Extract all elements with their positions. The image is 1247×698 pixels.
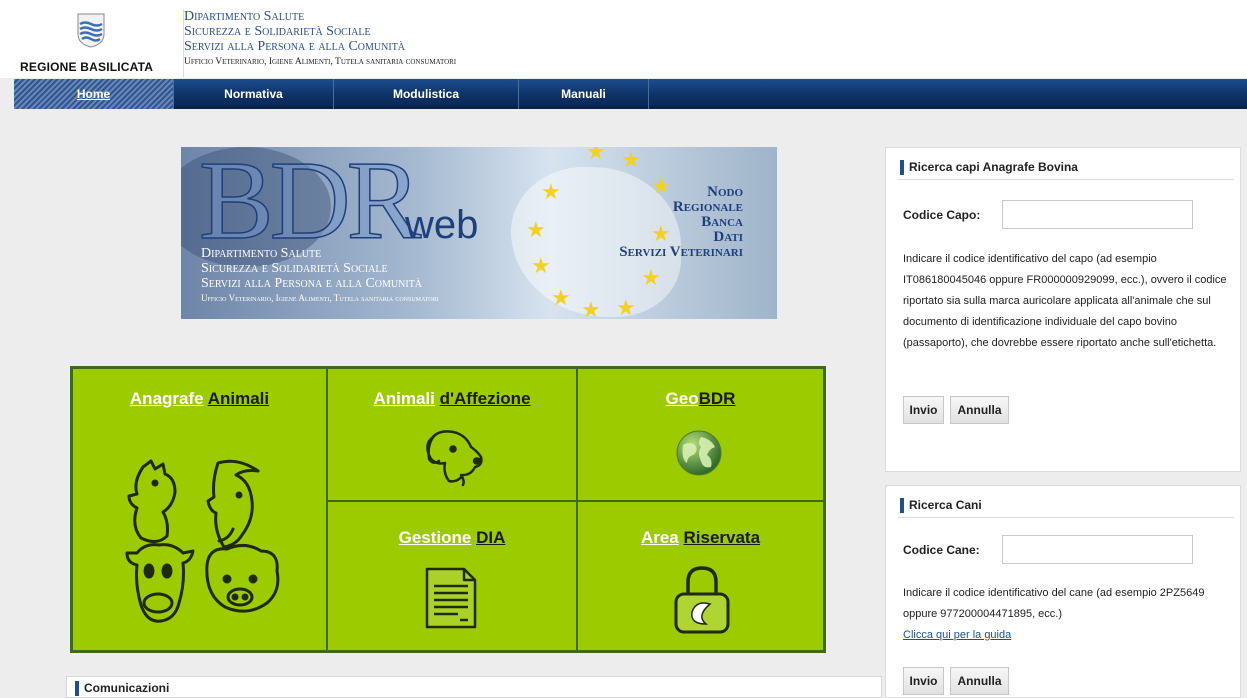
tile-title[interactable]: GeoBDR <box>578 389 823 409</box>
region-emblem-icon <box>77 13 105 48</box>
guida-link[interactable]: Clicca qui per la guida <box>903 629 1011 641</box>
site-header: REGIONE BASILICATA Dipartimento Salute S… <box>0 0 1247 78</box>
divider <box>898 179 1234 180</box>
star-icon: ★ <box>551 285 571 310</box>
tile-title[interactable]: Anagrafe Animali <box>73 389 326 409</box>
tile-geobdr[interactable]: GeoBDR <box>577 368 824 501</box>
tile-title-word: Area <box>640 528 679 547</box>
bovina-submit-button[interactable]: Invio <box>903 396 944 424</box>
nav-item-modulistica[interactable]: Modulistica <box>334 79 519 109</box>
star-icon: ★ <box>581 297 601 320</box>
star-icon: ★ <box>531 253 551 278</box>
divider <box>898 517 1234 518</box>
ricerca-cani-panel: Ricerca Cani Codice Cane: Indicare il co… <box>885 485 1241 698</box>
nodo-line: Dati <box>713 229 743 245</box>
guida-link-wrap: Clicca qui per la guida <box>903 625 1239 646</box>
department-title: Dipartimento Salute Sicurezza e Solidari… <box>183 9 535 77</box>
nodo-line: Banca <box>701 214 743 230</box>
nav-item-manuali[interactable]: Manuali <box>519 79 649 109</box>
codice-cane-input[interactable] <box>1002 535 1193 564</box>
banner-dept-text: Dipartimento Salute Sicurezza e Solidari… <box>201 246 439 305</box>
banner-dept-line: Sicurezza e Solidarietà Sociale <box>201 261 388 276</box>
banner-nodo-text: Nodo Regionale Banca Dati Servizi Veteri… <box>619 185 743 260</box>
dept-line: Dipartimento Salute <box>184 9 305 24</box>
tile-animali-affezione[interactable]: Animali d'Affezione <box>327 368 577 501</box>
service-tiles: Anagrafe Animali Animali d'Affezione Geo… <box>70 366 826 653</box>
cani-submit-button[interactable]: Invio <box>903 667 944 695</box>
star-icon: ★ <box>651 221 671 246</box>
region-logo[interactable]: REGIONE BASILICATA <box>14 6 168 76</box>
nodo-line: Nodo <box>707 184 743 200</box>
star-icon: ★ <box>541 179 561 204</box>
ricerca-cani-title: Ricerca Cani <box>900 498 982 513</box>
main-nav: Home Normativa Modulistica Manuali <box>14 79 1247 109</box>
tile-title-word: Riservata <box>683 528 761 547</box>
tile-title[interactable]: Gestione DIA <box>328 528 576 548</box>
tile-title-word: d'Affezione <box>439 389 531 408</box>
cani-cancel-button[interactable]: Annulla <box>950 667 1009 695</box>
nodo-line: Servizi Veterinari <box>619 244 743 260</box>
tile-gestione-dia[interactable]: Gestione DIA <box>327 501 577 651</box>
tile-title[interactable]: Animali d'Affezione <box>328 389 576 409</box>
star-icon: ★ <box>641 265 661 290</box>
farm-animals-icon <box>125 459 280 623</box>
tile-title-word: Animali <box>207 389 270 408</box>
ricerca-bovina-title: Ricerca capi Anagrafe Bovina <box>900 160 1078 175</box>
bdr-web-banner: BDR web Dipartimento Salute Sicurezza e … <box>181 147 777 319</box>
ricerca-bovina-panel: Ricerca capi Anagrafe Bovina Codice Capo… <box>885 147 1241 472</box>
document-icon <box>425 567 477 629</box>
lock-icon <box>674 566 730 634</box>
nav-item-normativa[interactable]: Normativa <box>174 79 334 109</box>
codice-capo-label: Codice Capo: <box>903 208 981 222</box>
codice-capo-help: Indicare il codice identificativo del ca… <box>903 253 1227 349</box>
dept-subtitle: Ufficio Veterinario, Igiene Alimenti, Tu… <box>184 57 457 67</box>
dept-line: Servizi alla Persona e alla Comunità <box>184 39 406 54</box>
tile-title[interactable]: Area Riservata <box>578 528 823 548</box>
dept-line: Sicurezza e Solidarietà Sociale <box>184 24 371 39</box>
codice-cane-help: Indicare il codice identificativo del ca… <box>903 587 1205 620</box>
star-icon: ★ <box>651 173 671 198</box>
dog-icon <box>426 430 483 487</box>
globe-icon <box>676 430 722 476</box>
star-icon: ★ <box>616 295 636 319</box>
tile-title-word: BDR <box>698 389 736 408</box>
bovina-cancel-button[interactable]: Annulla <box>950 396 1009 424</box>
region-name: REGIONE BASILICATA <box>20 60 154 74</box>
tile-title-word: Animali <box>373 389 435 408</box>
tile-anagrafe-animali[interactable]: Anagrafe Animali <box>72 368 327 651</box>
banner-dept-line: Servizi alla Persona e alla Comunità <box>201 276 423 291</box>
star-icon: ★ <box>621 147 641 172</box>
banner-dept-line: Dipartimento Salute <box>201 246 322 261</box>
tile-title-word: Gestione <box>398 528 472 547</box>
tile-area-riservata[interactable]: Area Riservata <box>577 501 824 651</box>
star-icon: ★ <box>526 217 546 242</box>
nodo-line: Regionale <box>672 199 743 215</box>
tile-title-word: Anagrafe <box>129 389 204 408</box>
banner-dept-sub: Ufficio Veterinario, Igiene Alimenti, Tu… <box>201 293 439 303</box>
codice-cane-label: Codice Cane: <box>903 543 980 557</box>
tile-title-word: DIA <box>476 528 506 547</box>
comunicazioni-panel: Comunicazioni <box>66 676 882 698</box>
banner-logo-web: web <box>405 203 479 247</box>
comunicazioni-title: Comunicazioni <box>75 681 169 696</box>
codice-capo-input[interactable] <box>1002 200 1193 229</box>
tile-title-word: Geo <box>665 389 699 408</box>
nav-item-home[interactable]: Home <box>14 79 174 109</box>
star-icon: ★ <box>586 147 606 164</box>
banner-logo-bdr: BDR <box>198 147 422 263</box>
